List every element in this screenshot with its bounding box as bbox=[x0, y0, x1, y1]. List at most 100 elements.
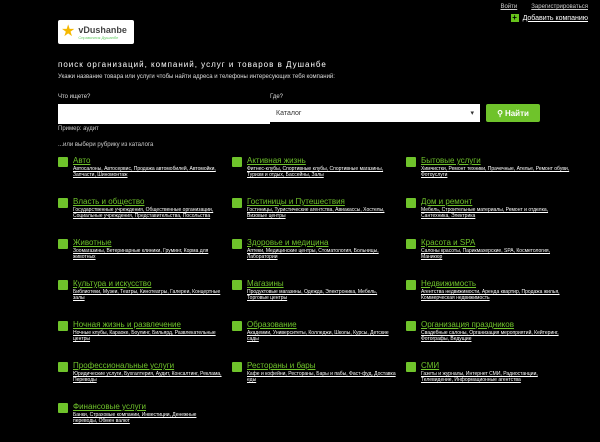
hotel-icon bbox=[232, 198, 242, 208]
category-item[interactable]: Авто Автосалоны, Автосервис, Продажа авто… bbox=[58, 155, 222, 196]
category-item[interactable]: Магазины Продуктовые магазины, Одежда, Эл… bbox=[232, 278, 396, 319]
education-icon bbox=[232, 321, 242, 331]
category-subcategories[interactable]: Химчистки, Ремонт техники, Прачечные, Ат… bbox=[421, 166, 570, 178]
media-icon bbox=[406, 362, 416, 372]
what-label: Что ищете? bbox=[58, 94, 91, 100]
search-hint: Укажи название товара или услуги чтобы н… bbox=[58, 74, 335, 80]
category-subcategories[interactable]: Мебель, Строительные материалы, Ремонт и… bbox=[421, 207, 570, 219]
category-item[interactable]: Образование Академии, Университеты, Колле… bbox=[232, 319, 396, 360]
category-subcategories[interactable]: Зоомагазины, Ветеринарные клиники, Груми… bbox=[73, 248, 222, 260]
medical-icon bbox=[232, 239, 242, 249]
category-title[interactable]: Красота и SPA bbox=[421, 237, 570, 248]
category-subcategories[interactable]: Аптеки, Медицинские центры, Стоматология… bbox=[247, 248, 396, 260]
category-item[interactable]: Животные Зоомагазины, Ветеринарные клиник… bbox=[58, 237, 222, 278]
category-title[interactable]: Рестораны и бары bbox=[247, 360, 396, 371]
category-item[interactable]: Красота и SPA Салоны красоты, Парикмахерс… bbox=[406, 237, 570, 278]
category-title[interactable]: Гостиницы и Путешествия bbox=[247, 196, 396, 207]
page-title: поиск организаций, компаний, услуг и тов… bbox=[58, 60, 327, 69]
search-example: Пример: аудит bbox=[58, 126, 99, 132]
category-subcategories[interactable]: Агентства недвижимости, Аренда квартир, … bbox=[421, 289, 570, 301]
category-subcategories[interactable]: Библиотеки, Музеи, Театры, Кинотеатры, Г… bbox=[73, 289, 222, 301]
category-subcategories[interactable]: Автосалоны, Автосервис, Продажа автомоби… bbox=[73, 166, 222, 178]
shop-icon bbox=[232, 280, 242, 290]
category-title[interactable]: Бытовые услуги bbox=[421, 155, 570, 166]
finance-icon bbox=[58, 403, 68, 413]
login-link[interactable]: Войти bbox=[500, 4, 517, 10]
category-subcategories[interactable]: Юридические услуги, Бухгалтерия, Аудит, … bbox=[73, 371, 222, 383]
category-title[interactable]: Здоровье и медицина bbox=[247, 237, 396, 248]
category-select-value: Каталог bbox=[276, 109, 302, 117]
night-icon bbox=[58, 321, 68, 331]
party-icon bbox=[406, 321, 416, 331]
category-title[interactable]: Финансовые услуги bbox=[73, 401, 222, 412]
category-subcategories[interactable]: Газеты и журналы, Интернет СМИ, Радиоста… bbox=[421, 371, 570, 383]
logo-name: vDushanbe bbox=[78, 24, 127, 35]
category-subcategories[interactable]: Продуктовые магазины, Одежда, Электроник… bbox=[247, 289, 396, 301]
sofa-icon bbox=[406, 157, 416, 167]
category-item[interactable]: Культура и искусство Библиотеки, Музеи, Т… bbox=[58, 278, 222, 319]
category-subcategories[interactable]: Государственные учреждения, Общественные… bbox=[73, 207, 222, 219]
dropdown-arrow-icon: ▾ bbox=[470, 110, 474, 117]
category-title[interactable]: Власть и общество bbox=[73, 196, 222, 207]
category-item[interactable]: СМИ Газеты и журналы, Интернет СМИ, Радио… bbox=[406, 360, 570, 401]
search-icon: ⚲ bbox=[497, 108, 503, 118]
category-subcategories[interactable]: Академии, Университеты, Колледжи, Школы,… bbox=[247, 330, 396, 342]
music-icon bbox=[58, 280, 68, 290]
food-icon bbox=[232, 362, 242, 372]
category-item[interactable]: Профессиональные услуги Юридические услуг… bbox=[58, 360, 222, 401]
pro-icon bbox=[58, 362, 68, 372]
category-grid: Авто Автосалоны, Автосервис, Продажа авто… bbox=[58, 155, 588, 442]
star-icon: ★ bbox=[61, 23, 76, 40]
category-item[interactable]: Активная жизнь Фитнес-клубы, Спортивные к… bbox=[232, 155, 396, 196]
category-title[interactable]: Активная жизнь bbox=[247, 155, 396, 166]
category-item[interactable]: Финансовые услуги Банки, Страховые компан… bbox=[58, 401, 222, 442]
register-link[interactable]: Зарегистрироваться bbox=[531, 4, 588, 10]
building-icon bbox=[58, 198, 68, 208]
category-title[interactable]: Ночная жизнь и развлечение bbox=[73, 319, 222, 330]
category-title[interactable]: Животные bbox=[73, 237, 222, 248]
logo-subtitle: Справочник Душанбе bbox=[78, 34, 119, 40]
category-item[interactable]: Ночная жизнь и развлечение Ночные клубы, … bbox=[58, 319, 222, 360]
category-title[interactable]: Организация праздников bbox=[421, 319, 570, 330]
category-select[interactable]: Каталог ▾ bbox=[270, 104, 480, 122]
category-title[interactable]: Магазины bbox=[247, 278, 396, 289]
category-item[interactable]: Недвижимость Агентства недвижимости, Арен… bbox=[406, 278, 570, 319]
logo[interactable]: ★ vDushanbe Справочник Душанбе bbox=[58, 20, 134, 44]
category-title[interactable]: Культура и искусство bbox=[73, 278, 222, 289]
category-title[interactable]: Образование bbox=[247, 319, 396, 330]
find-button[interactable]: ⚲ Найти bbox=[486, 104, 540, 122]
category-subcategories[interactable]: Кафе и кофейни, Рестораны, Бары и пабы, … bbox=[247, 371, 396, 383]
search-input[interactable] bbox=[58, 104, 270, 124]
category-subcategories[interactable]: Банки, Страховые компании, Инвестиции, Д… bbox=[73, 412, 222, 424]
category-subcategories[interactable]: Ночные клубы, Караоке, Боулинг, Бильярд,… bbox=[73, 330, 222, 342]
category-subcategories[interactable]: Салоны красоты, Парикмахерские, SPA, Кос… bbox=[421, 248, 570, 260]
bike-icon bbox=[232, 157, 242, 167]
paw-icon bbox=[58, 239, 68, 249]
category-item[interactable]: Рестораны и бары Кафе и кофейни, Ресторан… bbox=[232, 360, 396, 401]
category-item[interactable]: Организация праздников Свадебные салоны, … bbox=[406, 319, 570, 360]
category-item[interactable]: Бытовые услуги Химчистки, Ремонт техники,… bbox=[406, 155, 570, 196]
beauty-icon bbox=[406, 239, 416, 249]
house-icon bbox=[406, 198, 416, 208]
find-button-label: Найти bbox=[504, 108, 529, 118]
realty-icon bbox=[406, 280, 416, 290]
add-company[interactable]: + Добавить компанию bbox=[510, 13, 588, 22]
category-item[interactable]: Гостиницы и Путешествия Гостиницы, Турист… bbox=[232, 196, 396, 237]
category-subcategories[interactable]: Свадебные салоны, Организация мероприяти… bbox=[421, 330, 570, 342]
category-title[interactable]: Недвижимость bbox=[421, 278, 570, 289]
plus-icon: + bbox=[510, 13, 519, 22]
category-subcategories[interactable]: Фитнес-клубы, Спортивные клубы, Спортивн… bbox=[247, 166, 396, 178]
where-label: Где? bbox=[270, 94, 284, 100]
car-icon bbox=[58, 157, 68, 167]
category-title[interactable]: СМИ bbox=[421, 360, 570, 371]
category-item[interactable]: Власть и общество Государственные учрежде… bbox=[58, 196, 222, 237]
add-company-link[interactable]: Добавить компанию bbox=[523, 15, 588, 22]
catalog-hint: ...или выбери рубрику из каталога bbox=[58, 142, 154, 148]
category-title[interactable]: Авто bbox=[73, 155, 222, 166]
category-title[interactable]: Профессиональные услуги bbox=[73, 360, 222, 371]
top-links: Войти Зарегистрироваться bbox=[500, 4, 588, 10]
category-item[interactable]: Дом и ремонт Мебель, Строительные материа… bbox=[406, 196, 570, 237]
category-item[interactable]: Здоровье и медицина Аптеки, Медицинские ц… bbox=[232, 237, 396, 278]
category-title[interactable]: Дом и ремонт bbox=[421, 196, 570, 207]
category-subcategories[interactable]: Гостиницы, Туристические агентства, Авиа… bbox=[247, 207, 396, 219]
